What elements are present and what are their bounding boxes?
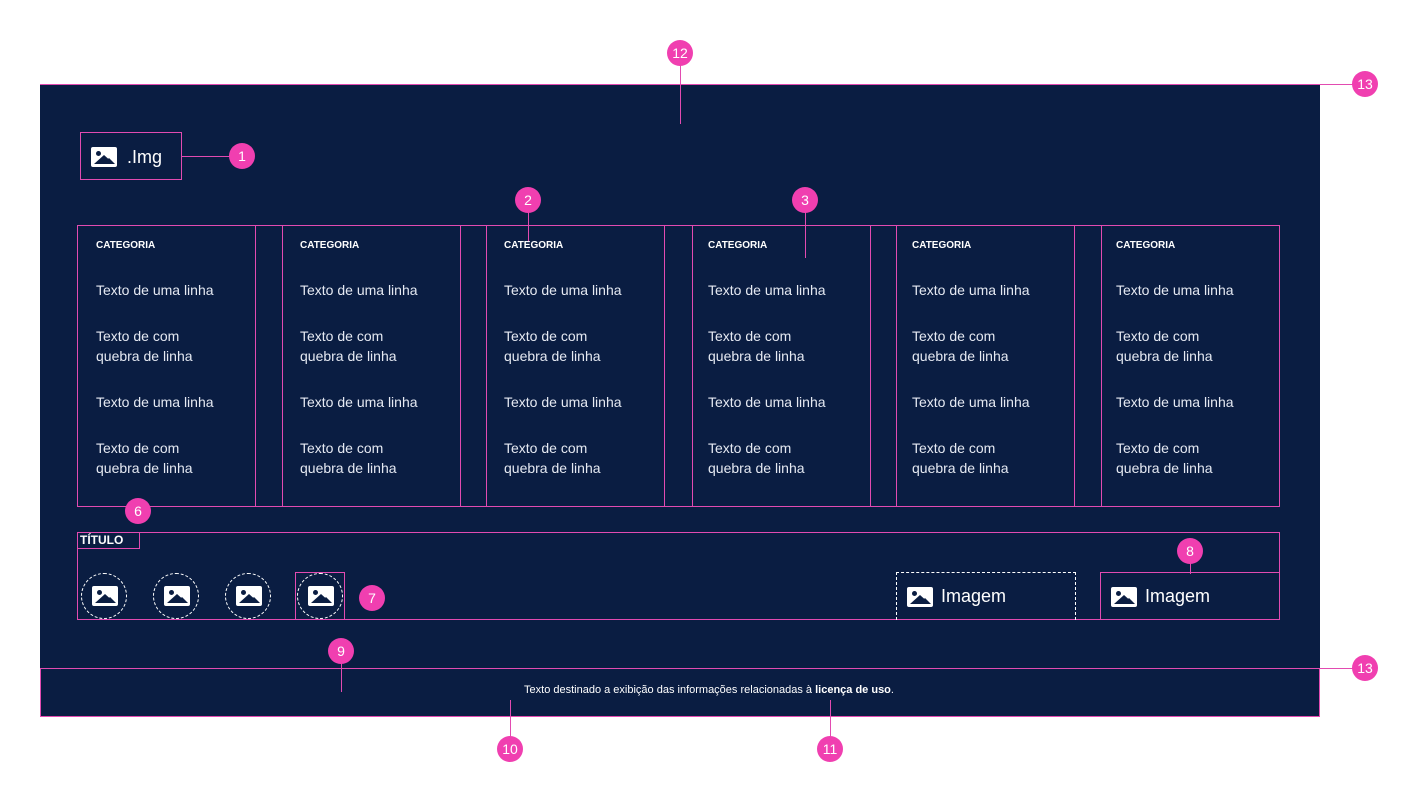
column-link[interactable]: Texto de uma linha xyxy=(1116,280,1234,300)
annotation-badge: 9 xyxy=(328,638,354,664)
annotation-badge: 13 xyxy=(1352,655,1378,681)
column-category: CATEGORIA xyxy=(504,240,564,251)
license-link[interactable]: licença de uso xyxy=(815,684,891,696)
social-icon-button[interactable] xyxy=(297,573,343,619)
social-title: TÍTULO xyxy=(80,533,124,547)
column-link[interactable]: Texto de uma linha xyxy=(912,280,1030,300)
annotation-line-top xyxy=(40,84,1365,85)
annotation-badge: 12 xyxy=(667,40,693,66)
column-link[interactable]: Texto de uma linha xyxy=(1116,392,1234,412)
annotation-badge: 6 xyxy=(125,498,151,524)
column-link[interactable]: Texto de com quebra de linha xyxy=(504,438,601,478)
annotation-badge: 7 xyxy=(359,585,385,611)
copyright-text: Texto destinado a exibição das informaçõ… xyxy=(0,684,1418,696)
column-link[interactable]: Texto de com quebra de linha xyxy=(912,438,1009,478)
annotation-line-1 xyxy=(182,156,230,157)
link-column: CATEGORIA Texto de uma linha Texto de co… xyxy=(282,226,460,506)
link-column: CATEGORIA Texto de uma linha Texto de co… xyxy=(486,226,664,506)
column-link[interactable]: Texto de com quebra de linha xyxy=(504,326,601,366)
column-link[interactable]: Texto de com quebra de linha xyxy=(708,326,805,366)
annotation-badge: 2 xyxy=(515,187,541,213)
annotation-badge: 1 xyxy=(229,143,255,169)
column-link[interactable]: Texto de com quebra de linha xyxy=(300,326,397,366)
column-category: CATEGORIA xyxy=(96,240,156,251)
column-category: CATEGORIA xyxy=(912,240,972,251)
column-link[interactable]: Texto de com quebra de linha xyxy=(300,438,397,478)
image-icon xyxy=(164,586,190,606)
social-icon-button[interactable] xyxy=(225,573,271,619)
image-badge-label: Imagem xyxy=(1145,586,1211,606)
column-link[interactable]: Texto de uma linha xyxy=(300,280,418,300)
image-badge-label: Imagem xyxy=(941,586,1007,606)
image-icon xyxy=(92,586,118,606)
column-category: CATEGORIA xyxy=(1116,240,1176,251)
copyright-text-after: . xyxy=(890,684,894,696)
image-badge[interactable]: Imagem xyxy=(1100,572,1280,620)
columns-bottom-rule xyxy=(77,506,1280,507)
column-link[interactable]: Texto de com quebra de linha xyxy=(1116,438,1213,478)
annotation-badge: 13 xyxy=(1352,71,1378,97)
logo[interactable]: .Img xyxy=(80,132,182,180)
annotation-badge: 3 xyxy=(792,187,818,213)
link-column: CATEGORIA Texto de uma linha Texto de co… xyxy=(1098,226,1276,506)
column-link[interactable]: Texto de uma linha xyxy=(504,280,622,300)
column-link[interactable]: Texto de uma linha xyxy=(708,280,826,300)
link-column: CATEGORIA Texto de uma linha Texto de co… xyxy=(894,226,1072,506)
link-column: CATEGORIA Texto de uma linha Texto de co… xyxy=(78,226,256,506)
column-link[interactable]: Texto de uma linha xyxy=(300,392,418,412)
annotation-badge: 10 xyxy=(497,736,523,762)
column-link[interactable]: Texto de com quebra de linha xyxy=(708,438,805,478)
column-link[interactable]: Texto de com quebra de linha xyxy=(96,438,193,478)
column-link[interactable]: Texto de uma linha xyxy=(96,392,214,412)
image-badge[interactable]: Imagem xyxy=(896,572,1076,620)
column-category: CATEGORIA xyxy=(708,240,768,251)
column-link[interactable]: Texto de uma linha xyxy=(912,392,1030,412)
column-link[interactable]: Texto de com quebra de linha xyxy=(912,326,1009,366)
column-link[interactable]: Texto de uma linha xyxy=(504,392,622,412)
image-icon xyxy=(308,586,334,606)
column-link[interactable]: Texto de com quebra de linha xyxy=(96,326,193,366)
annotation-badge: 11 xyxy=(817,736,843,762)
column-link[interactable]: Texto de uma linha xyxy=(708,392,826,412)
image-icon xyxy=(236,586,262,606)
column-category: CATEGORIA xyxy=(300,240,360,251)
social-icon-button[interactable] xyxy=(153,573,199,619)
social-icon-button[interactable] xyxy=(81,573,127,619)
image-icon xyxy=(91,147,117,167)
annotation-badge: 8 xyxy=(1177,538,1203,564)
column-link[interactable]: Texto de uma linha xyxy=(96,280,214,300)
image-icon xyxy=(1111,587,1137,607)
copyright-text-before: Texto destinado a exibição das informaçõ… xyxy=(524,684,816,696)
logo-label: .Img xyxy=(127,147,163,167)
column-link[interactable]: Texto de com quebra de linha xyxy=(1116,326,1213,366)
link-column: CATEGORIA Texto de uma linha Texto de co… xyxy=(690,226,868,506)
image-icon xyxy=(907,587,933,607)
